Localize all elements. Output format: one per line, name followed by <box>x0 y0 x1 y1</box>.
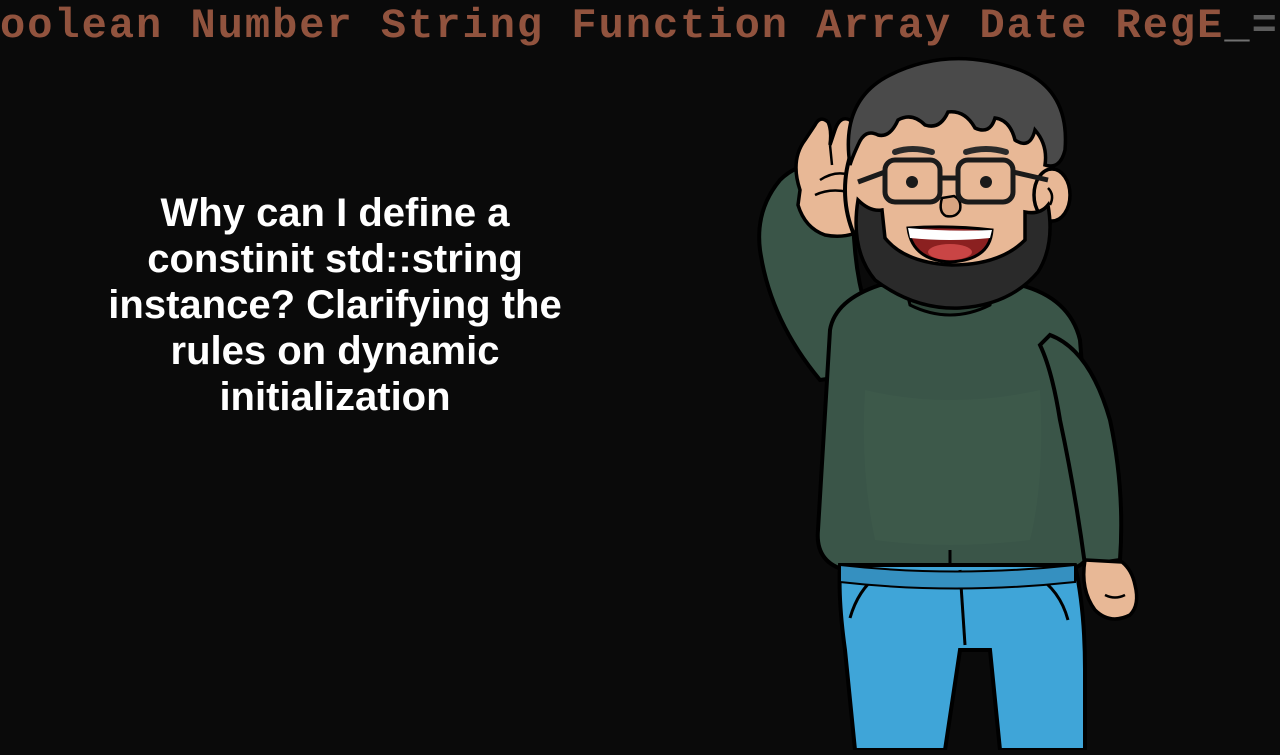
cartoon-character <box>690 50 1250 750</box>
title-text: Why can I define a constinit std::string… <box>100 190 570 420</box>
